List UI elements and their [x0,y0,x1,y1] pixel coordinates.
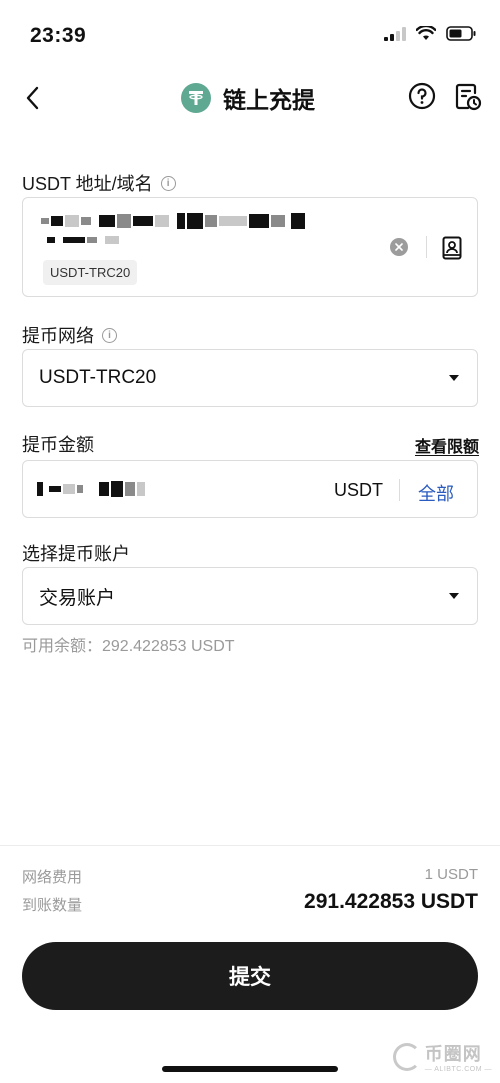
amount-input[interactable]: USDT 全部 [22,460,478,518]
received-amount-label: 到账数量 [22,897,83,914]
account-select[interactable]: 交易账户 [22,567,478,625]
history-record-icon [455,83,482,111]
network-tag: USDT-TRC20 [43,260,138,285]
amount-label: 提币金额 [22,435,94,455]
account-label: 选择提币账户 [22,544,130,564]
amount-label-row: 提币金额 [22,431,94,457]
divider [399,479,400,501]
submit-button[interactable]: 提交 [22,942,478,1010]
amount-unit: USDT [334,480,383,500]
network-selected: USDT-TRC20 [39,367,157,388]
signal-icon [384,26,406,41]
amount-value-redacted [37,481,147,497]
close-icon [395,243,403,251]
watermark-text: 币圈网 — ALIBTC.COM — [425,1040,492,1073]
status-time: 23:39 [30,24,87,47]
history-button[interactable] [454,82,482,117]
nav-bar: 链上充提 [0,70,500,126]
network-label: 提币网络 [22,326,94,346]
watermark: 币圈网 — ALIBTC.COM — [392,1040,492,1073]
info-icon[interactable]: i [102,327,117,343]
account-selected: 交易账户 [39,587,116,609]
received-amount-value: 291.422853 USDT [304,890,478,913]
home-indicator [162,1066,338,1072]
back-button[interactable] [16,82,48,114]
help-button[interactable] [408,82,436,115]
divider [426,236,427,258]
view-limits-link[interactable]: 查看限额 [415,433,479,457]
question-circle-icon [408,82,436,110]
watermark-main: 币圈网 [424,1044,482,1064]
watermark-sub: — ALIBTC.COM — [424,1066,492,1073]
caret-down-icon [449,375,459,381]
battery-icon [446,26,476,41]
account-label-row: 选择提币账户 [22,540,130,566]
network-select[interactable]: USDT-TRC20 [22,349,478,407]
network-fee-label: 网络费用 [22,869,83,886]
address-label: USDT 地址/域名 [22,174,153,194]
address-value-redacted-line2 [47,236,121,244]
address-value-redacted [41,213,307,229]
page-title: 链上充提 [223,87,315,113]
nav-title-group: 链上充提 [181,81,315,115]
max-amount-button[interactable]: 全部 [418,480,454,506]
chevron-left-icon [26,86,39,110]
tether-icon [181,83,211,113]
status-bar: 23:39 [0,0,500,70]
address-book-icon [442,236,462,260]
clear-button[interactable] [390,238,408,256]
network-label-row: 提币网络 i [22,322,117,348]
caret-down-icon [449,593,459,599]
network-fee-value: 1 USDT [424,866,478,883]
address-label-row: USDT 地址/域名 i [22,170,176,196]
divider [0,845,500,846]
wifi-icon [416,26,436,40]
info-icon[interactable]: i [160,175,176,191]
address-field[interactable]: USDT-TRC20 [22,197,478,297]
available-balance: 可用余额：292.422853 USDT [22,638,235,655]
watermark-logo-icon [392,1042,421,1071]
status-icons [384,26,476,41]
address-book-button[interactable] [442,236,462,265]
